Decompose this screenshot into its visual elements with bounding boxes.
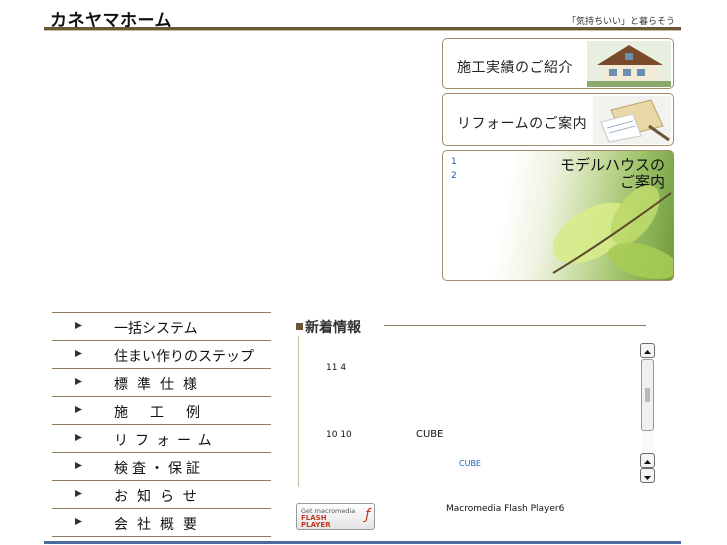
arrow-down-icon — [644, 476, 651, 480]
nav-item-bulk-system[interactable]: 一括システム — [52, 313, 271, 341]
get-flash-player-button[interactable]: Get macromedia FLASH PLAYER ƒ — [296, 503, 375, 530]
reform-info-banner[interactable]: リフォームのご案内 — [442, 93, 674, 146]
arrow-right-icon — [75, 434, 82, 441]
nav-label: 住まい作りのステップ — [114, 349, 254, 365]
news-title-text: 新着情報 — [305, 320, 361, 336]
nav-item-building-steps[interactable]: 住まい作りのステップ — [52, 341, 271, 369]
leaves-photo-icon — [552, 185, 673, 280]
nav-label: 一括システム — [114, 321, 198, 337]
nav-label: 検査・保証 — [114, 461, 204, 477]
news-scrollbar[interactable] — [640, 343, 655, 483]
slide-2-link[interactable]: 2 — [451, 171, 457, 181]
square-bullet-icon — [296, 323, 303, 330]
grip-icon — [645, 388, 650, 402]
arrow-right-icon — [75, 406, 82, 413]
news-section-title: 新着情報 — [296, 317, 361, 337]
news-item-text: CUBE — [416, 429, 444, 440]
nav-item-company[interactable]: 会社概要 — [52, 509, 271, 537]
header-divider — [44, 27, 681, 31]
main-navigation: 一括システム 住まい作りのステップ 標準仕様 施工例 リフォーム 検査・保証 お… — [52, 312, 271, 537]
scroll-up-button[interactable] — [640, 343, 655, 358]
scroll-down-button[interactable] — [640, 468, 655, 483]
news-item-link[interactable]: CUBE — [459, 459, 481, 468]
banner-label: リフォームのご案内 — [457, 116, 588, 132]
nav-item-news[interactable]: お知らせ — [52, 481, 271, 509]
arrow-right-icon — [75, 462, 82, 469]
tagline: 「気持ちいい」と暮らそう — [566, 17, 675, 27]
nav-label: お知らせ — [114, 489, 206, 505]
scroll-thumb[interactable] — [641, 359, 654, 431]
banner-label: 施工実績のご紹介 — [457, 60, 573, 76]
footer-divider — [44, 541, 681, 544]
nav-label: リフォーム — [114, 433, 219, 449]
documents-photo-icon — [593, 96, 671, 144]
model-house-banner[interactable]: 1 2 モデルハウスの ご案内 — [442, 150, 674, 281]
news-date: 11 4 — [326, 363, 347, 373]
arrow-right-icon — [75, 322, 82, 329]
arrow-right-icon — [75, 490, 82, 497]
construction-results-banner[interactable]: 施工実績のご紹介 — [442, 38, 674, 89]
flash-logo-icon: ƒ — [365, 507, 370, 523]
nav-item-inspection[interactable]: 検査・保証 — [52, 453, 271, 481]
nav-label: 標準仕様 — [114, 377, 206, 393]
news-title-rule — [384, 325, 646, 326]
nav-item-examples[interactable]: 施工例 — [52, 397, 271, 425]
scroll-up-small-button[interactable] — [640, 453, 655, 468]
nav-item-reform[interactable]: リフォーム — [52, 425, 271, 453]
flash-requirement-note: Macromedia Flash Player6 — [446, 504, 565, 514]
nav-item-standard-spec[interactable]: 標準仕様 — [52, 369, 271, 397]
nav-label: 施工例 — [114, 405, 222, 421]
arrow-right-icon — [75, 350, 82, 357]
news-left-rule — [298, 336, 299, 487]
flash-badge-title: FLASH PLAYER — [301, 515, 331, 529]
slide-1-link[interactable]: 1 — [451, 157, 457, 167]
flash-badge-line3: PLAYER — [301, 521, 331, 529]
house-photo-icon — [587, 41, 671, 87]
banner-label-line1: モデルハウスの — [559, 156, 665, 174]
nav-label: 会社概要 — [114, 517, 206, 533]
news-date: 10 10 — [326, 430, 352, 440]
arrow-right-icon — [75, 378, 82, 385]
arrow-right-icon — [75, 518, 82, 525]
